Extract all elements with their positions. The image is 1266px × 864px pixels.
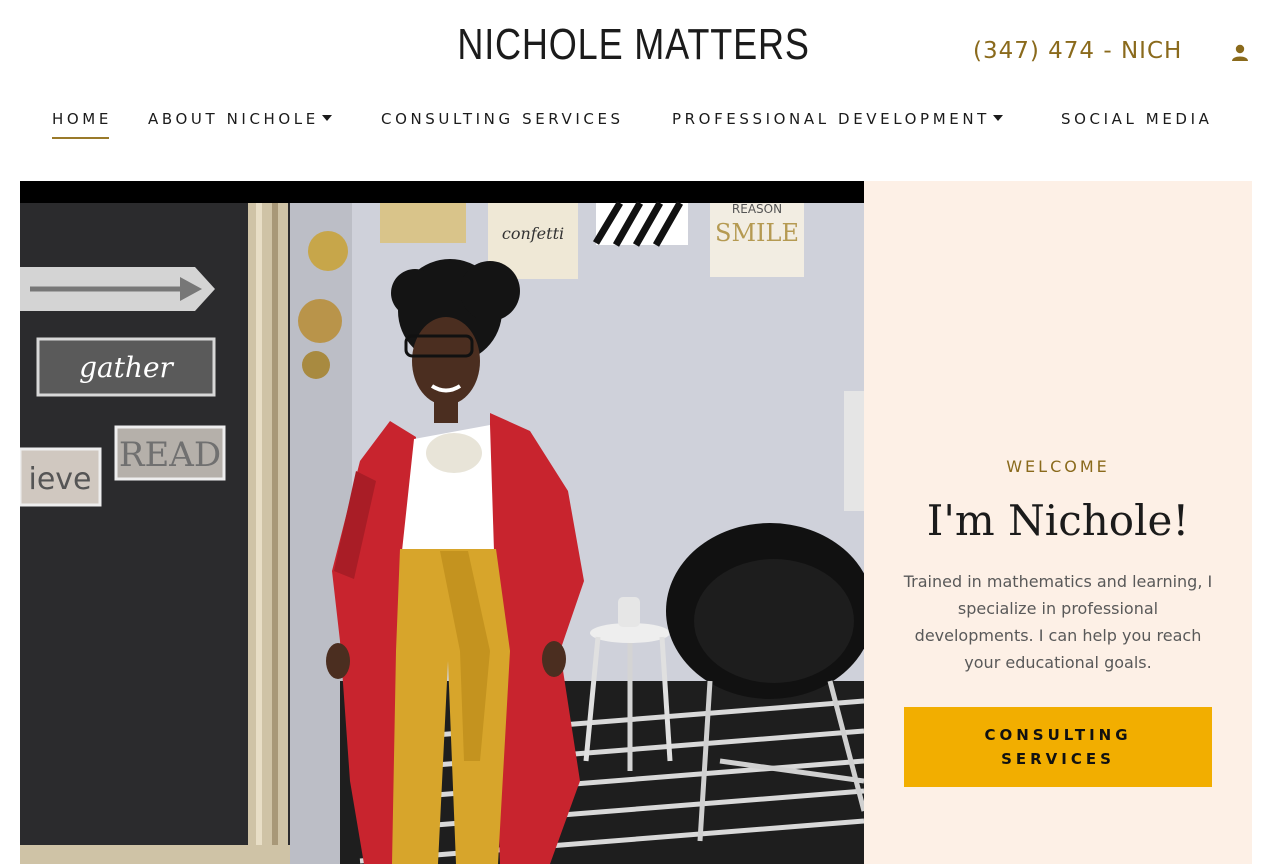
- nav-item-label: PROFESSIONAL DEVELOPMENT: [672, 110, 990, 128]
- nav-item-label: ABOUT NICHOLE: [148, 110, 319, 128]
- user-icon[interactable]: [1230, 43, 1250, 63]
- hero-panel: WELCOME I'm Nichole! Trained in mathemat…: [864, 181, 1252, 864]
- poster-reason-text: REASON: [732, 202, 782, 216]
- sign-read-text: READ: [119, 435, 221, 475]
- nav-item-social-media[interactable]: SOCIAL MEDIA: [1061, 110, 1212, 128]
- phone-link[interactable]: (347) 474 - NICH: [973, 38, 1182, 64]
- sign-believe-text: ieve: [28, 462, 91, 497]
- sign-gather-text: gather: [79, 351, 174, 384]
- hero-photo-illustration: gather READ ieve confetti REASON SMILE: [20, 181, 864, 864]
- nav-item-professional-development[interactable]: PROFESSIONAL DEVELOPMENT: [672, 110, 1003, 128]
- hero-photo: gather READ ieve confetti REASON SMILE: [20, 181, 864, 864]
- nav-item-about-nichole[interactable]: ABOUT NICHOLE: [148, 110, 332, 128]
- nav-item-label: CONSULTING SERVICES: [381, 110, 624, 128]
- cta-label: CONSULTING SERVICES: [984, 726, 1132, 768]
- welcome-eyebrow: WELCOME: [1006, 457, 1110, 476]
- nav-item-label: SOCIAL MEDIA: [1061, 110, 1213, 128]
- main-nav: HOME ABOUT NICHOLE CONSULTING SERVICES P…: [0, 110, 1266, 140]
- nav-item-label: HOME: [52, 110, 112, 128]
- poster-smile-text: SMILE: [715, 219, 799, 247]
- hero-headline: I'm Nichole!: [926, 496, 1190, 545]
- hero-blurb: Trained in mathematics and learning, I s…: [903, 572, 1213, 672]
- caret-down-icon: [992, 114, 1003, 121]
- nav-item-home[interactable]: HOME: [52, 110, 112, 139]
- consulting-services-button[interactable]: CONSULTING SERVICES: [904, 707, 1212, 787]
- nav-item-consulting-services[interactable]: CONSULTING SERVICES: [381, 110, 624, 128]
- poster-confetti-text: confetti: [502, 224, 564, 243]
- caret-down-icon: [321, 114, 332, 121]
